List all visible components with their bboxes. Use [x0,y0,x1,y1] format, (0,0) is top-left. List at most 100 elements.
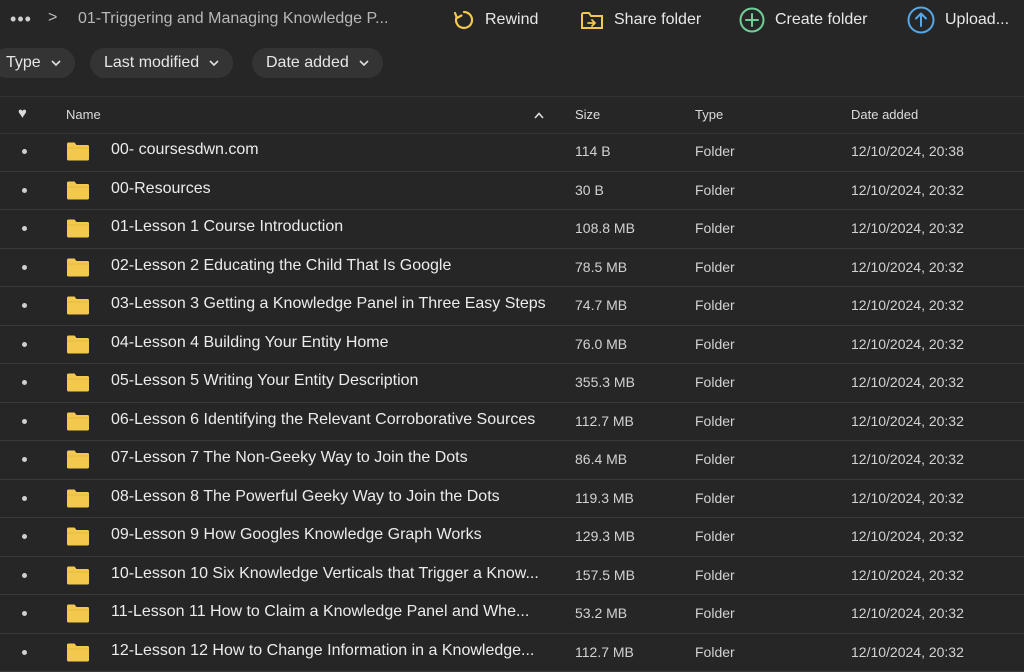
size-column-header[interactable]: Size [575,107,600,122]
table-row[interactable]: 06-Lesson 6 Identifying the Relevant Cor… [0,403,1024,442]
table-row[interactable]: 08-Lesson 8 The Powerful Geeky Way to Jo… [0,480,1024,519]
table-row[interactable]: 02-Lesson 2 Educating the Child That Is … [0,249,1024,288]
file-name[interactable]: 11-Lesson 11 How to Claim a Knowledge Pa… [111,603,556,621]
rewind-button[interactable]: Rewind [453,6,538,34]
file-date-added: 12/10/2024, 20:32 [851,605,964,621]
file-size: 119.3 MB [575,490,634,506]
share-folder-button[interactable]: Share folder [580,6,701,34]
row-select-dot[interactable] [22,149,27,154]
more-options-button[interactable]: ••• [8,10,34,28]
file-size: 355.3 MB [575,374,635,390]
table-row[interactable]: 12-Lesson 12 How to Change Information i… [0,634,1024,672]
upload-label: Upload... [945,11,1009,29]
file-size: 76.0 MB [575,336,627,352]
file-name[interactable]: 09-Lesson 9 How Googles Knowledge Graph … [111,526,556,544]
upload-button[interactable]: Upload... [907,6,1009,34]
table-row[interactable]: 11-Lesson 11 How to Claim a Knowledge Pa… [0,595,1024,634]
row-select-dot[interactable] [22,226,27,231]
folder-icon [66,257,90,277]
file-name[interactable]: 08-Lesson 8 The Powerful Geeky Way to Jo… [111,488,556,506]
file-type: Folder [695,220,735,236]
file-date-added: 12/10/2024, 20:32 [851,567,964,583]
date-added-column-header[interactable]: Date added [851,107,918,122]
file-name[interactable]: 02-Lesson 2 Educating the Child That Is … [111,257,556,275]
date-added-filter-dropdown[interactable]: Date added [252,48,383,78]
row-select-dot[interactable] [22,650,27,655]
row-select-dot[interactable] [22,265,27,270]
upload-icon [907,6,935,34]
table-row[interactable]: 00-Resources30 BFolder12/10/2024, 20:32 [0,172,1024,211]
file-size: 53.2 MB [575,605,627,621]
folder-icon [66,180,90,200]
folder-icon [66,218,90,238]
plus-circle-icon [739,7,765,33]
row-select-dot[interactable] [22,611,27,616]
chevron-down-icon [51,60,61,66]
file-name[interactable]: 12-Lesson 12 How to Change Information i… [111,642,556,660]
favorite-column-heart-icon[interactable]: ♥ [18,105,27,122]
file-size: 129.3 MB [575,528,635,544]
file-date-added: 12/10/2024, 20:32 [851,259,964,275]
file-type: Folder [695,605,735,621]
table-row[interactable]: 07-Lesson 7 The Non-Geeky Way to Join th… [0,441,1024,480]
file-type: Folder [695,451,735,467]
row-select-dot[interactable] [22,380,27,385]
table-row[interactable]: 03-Lesson 3 Getting a Knowledge Panel in… [0,287,1024,326]
row-select-dot[interactable] [22,188,27,193]
row-select-dot[interactable] [22,457,27,462]
row-select-dot[interactable] [22,303,27,308]
folder-icon [66,526,90,546]
file-name[interactable]: 03-Lesson 3 Getting a Knowledge Panel in… [111,295,556,313]
file-type: Folder [695,143,735,159]
row-select-dot[interactable] [22,419,27,424]
table-row[interactable]: 04-Lesson 4 Building Your Entity Home 76.… [0,326,1024,365]
folder-icon [66,372,90,392]
file-size: 108.8 MB [575,220,635,236]
sort-ascending-icon[interactable] [534,112,544,119]
row-select-dot[interactable] [22,342,27,347]
type-filter-label: Type [6,54,41,72]
file-size: 157.5 MB [575,567,635,583]
row-select-dot[interactable] [22,573,27,578]
table-row[interactable]: 01-Lesson 1 Course Introduction 108.8 MB F… [0,210,1024,249]
folder-icon [66,642,90,662]
last-modified-filter-label: Last modified [104,54,199,72]
create-folder-button[interactable]: Create folder [739,6,868,34]
type-filter-dropdown[interactable]: Type [0,48,75,78]
folder-icon [66,565,90,585]
table-row[interactable]: 10-Lesson 10 Six Knowledge Verticals tha… [0,557,1024,596]
breadcrumb-current-folder[interactable]: 01-Triggering and Managing Knowledge P..… [78,10,408,28]
table-row[interactable]: 09-Lesson 9 How Googles Knowledge Graph … [0,518,1024,557]
file-date-added: 12/10/2024, 20:32 [851,297,964,313]
file-name[interactable]: 07-Lesson 7 The Non-Geeky Way to Join th… [111,449,556,467]
file-type: Folder [695,490,735,506]
file-size: 30 B [575,182,604,198]
file-date-added: 12/10/2024, 20:32 [851,644,964,660]
file-name[interactable]: 00-Resources [111,180,556,198]
file-name[interactable]: 01-Lesson 1 Course Introduction [111,218,556,236]
chevron-down-icon [359,60,369,66]
row-select-dot[interactable] [22,534,27,539]
breadcrumb-separator: > [48,9,57,27]
folder-icon [66,295,90,315]
file-name[interactable]: 06-Lesson 6 Identifying the Relevant Cor… [111,411,556,429]
table-row[interactable]: 00- coursesdwn.com114 BFolder12/10/2024,… [0,133,1024,172]
chevron-down-icon [209,60,219,66]
folder-icon [66,603,90,623]
rewind-label: Rewind [485,11,538,29]
file-type: Folder [695,182,735,198]
folder-icon [66,449,90,469]
file-date-added: 12/10/2024, 20:32 [851,336,964,352]
file-date-added: 12/10/2024, 20:32 [851,374,964,390]
row-select-dot[interactable] [22,496,27,501]
table-row[interactable]: 05-Lesson 5 Writing Your Entity Descript… [0,364,1024,403]
file-name[interactable]: 05-Lesson 5 Writing Your Entity Descript… [111,372,556,390]
last-modified-filter-dropdown[interactable]: Last modified [90,48,233,78]
type-column-header[interactable]: Type [695,107,723,122]
name-column-header[interactable]: Name [66,107,101,122]
file-name[interactable]: 00- coursesdwn.com [111,141,556,159]
folder-icon [66,141,90,161]
file-name[interactable]: 04-Lesson 4 Building Your Entity Home [111,334,556,352]
file-type: Folder [695,336,735,352]
file-name[interactable]: 10-Lesson 10 Six Knowledge Verticals tha… [111,565,556,583]
